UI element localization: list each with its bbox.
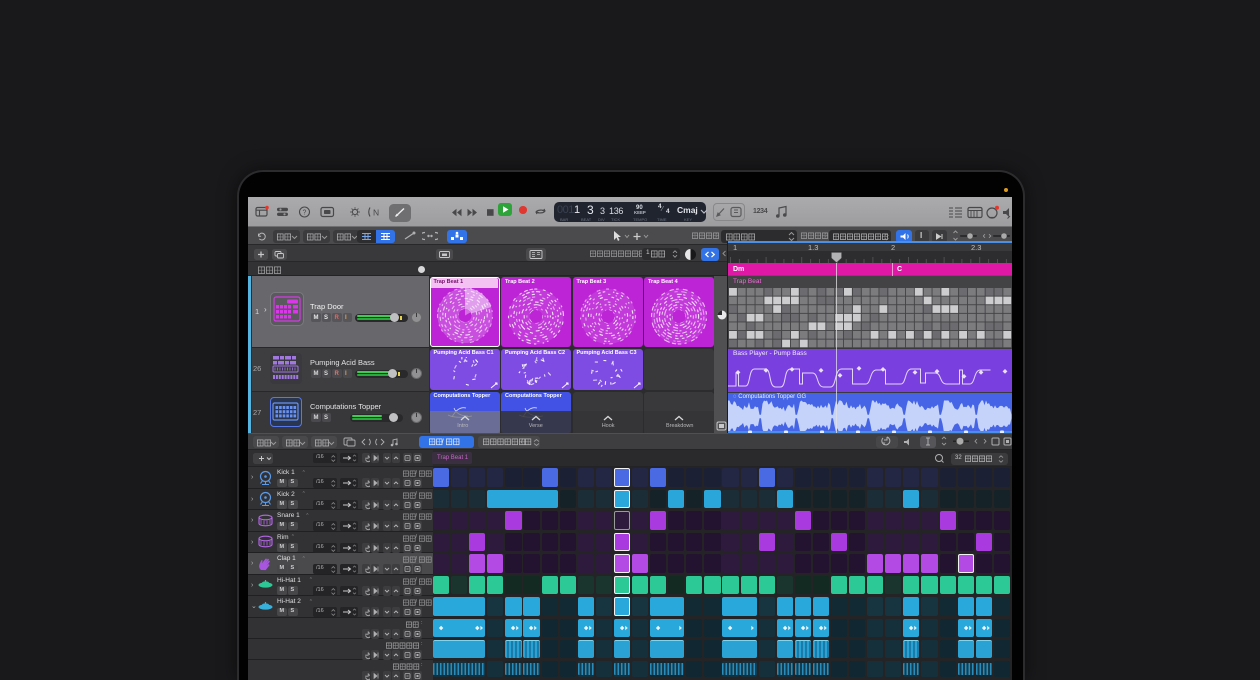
svg-text:?: ?	[303, 210, 307, 217]
svg-text:x: x	[883, 441, 886, 447]
svg-text:N: N	[373, 208, 379, 218]
